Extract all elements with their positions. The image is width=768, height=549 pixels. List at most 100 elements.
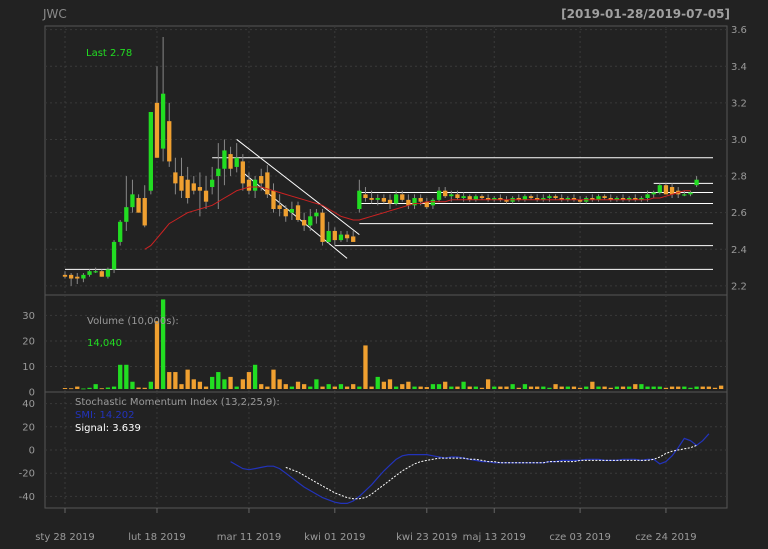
volume-bar: [68, 388, 74, 390]
volume-bar: [136, 387, 141, 389]
candle-body: [430, 199, 436, 206]
symbol-title: JWC: [42, 7, 67, 21]
volume-bar: [682, 386, 687, 389]
volume-bar: [424, 387, 429, 389]
candle-body: [443, 190, 448, 197]
volume-bar: [455, 386, 460, 389]
last-price-label: Last 2.78: [86, 48, 132, 59]
volume-bar: [436, 384, 442, 389]
candle-body: [259, 176, 264, 184]
volume-bar: [387, 379, 393, 389]
volume-bar: [608, 387, 613, 389]
volume-bar: [118, 364, 123, 389]
volume-bar: [191, 379, 196, 389]
volume-bar: [700, 386, 705, 389]
volume-bar: [443, 381, 448, 389]
volume-bar: [485, 379, 491, 389]
volume-bar: [197, 381, 203, 389]
volume-bar: [565, 386, 570, 389]
volume-bar: [676, 386, 681, 389]
volume-bar: [326, 384, 331, 389]
candle-body: [669, 187, 675, 195]
candle-body: [381, 198, 387, 202]
volume-bar: [295, 381, 301, 389]
volume-bar: [75, 386, 80, 389]
candle-body: [332, 230, 337, 241]
x-tick-label: cze 24 2019: [635, 532, 696, 543]
smi-tick-label: 20: [22, 422, 35, 433]
candle-body: [351, 236, 356, 242]
candle-body: [179, 176, 184, 191]
candle-body: [68, 274, 74, 279]
volume-bar: [81, 388, 86, 390]
volume-bar: [467, 386, 472, 389]
volume-bar: [688, 387, 693, 389]
volume-bar: [375, 376, 380, 389]
volume-bar: [271, 369, 276, 389]
price-tick-label: 3.0: [731, 135, 747, 146]
candle-body: [645, 194, 650, 199]
volume-bar: [111, 386, 117, 389]
candle-body: [160, 93, 166, 149]
candle-body: [62, 274, 68, 277]
price-tick-label: 3.6: [731, 25, 747, 36]
candle-body: [271, 190, 276, 209]
volume-bar: [203, 386, 209, 389]
volume-bar: [571, 386, 577, 389]
candle-body: [387, 199, 393, 204]
volume-bar: [602, 386, 607, 389]
volume-bar: [510, 384, 515, 389]
volume-bar: [62, 388, 68, 389]
volume-bar: [473, 386, 478, 389]
volume-bar: [167, 372, 172, 389]
candle-body: [682, 194, 687, 196]
volume-bar: [381, 381, 387, 389]
candle-body: [363, 194, 368, 199]
volume-bar: [559, 386, 564, 389]
volume-bar: [130, 381, 135, 389]
price-tick-label: 2.4: [731, 245, 747, 256]
volume-bar: [528, 386, 534, 389]
signal-value-label: Signal: 3.639: [75, 423, 141, 434]
x-tick-label: mar 11 2019: [217, 532, 282, 543]
candle-body: [203, 190, 209, 202]
candle-body: [295, 205, 301, 220]
candle-body: [473, 196, 478, 200]
candle-body: [246, 179, 252, 191]
candle-body: [479, 196, 485, 199]
candle-body: [308, 216, 313, 226]
smi-tick-label: -40: [19, 492, 35, 503]
volume-title: Volume (10,000s):: [87, 316, 179, 327]
candle-body: [173, 172, 178, 184]
candle-body: [547, 196, 552, 199]
candle-body: [344, 234, 350, 239]
price-tick-label: 2.2: [731, 281, 747, 292]
price-tick-label: 2.8: [731, 172, 747, 183]
volume-bar: [406, 381, 411, 389]
smi-title: Stochastic Momentum Index (13,2,25,9):: [75, 397, 280, 408]
volume-bar: [234, 386, 239, 389]
volume-tick-label: 10: [22, 362, 35, 373]
volume-bar: [430, 384, 436, 389]
volume-bar: [535, 386, 540, 389]
candle-body: [277, 205, 282, 209]
candle-body: [105, 269, 111, 277]
x-tick-label: sty 28 2019: [35, 532, 95, 543]
candle-body: [522, 196, 528, 200]
volume-bar: [614, 386, 620, 389]
candle-body: [602, 196, 607, 199]
candle-body: [185, 179, 190, 199]
candle-body: [651, 192, 656, 195]
volume-bar: [657, 386, 662, 389]
candle-body: [467, 196, 472, 200]
volume-bar: [712, 387, 718, 389]
volume-bar: [357, 386, 362, 389]
volume-bar: [222, 379, 227, 389]
volume-bar: [302, 384, 307, 389]
candle-body: [528, 196, 534, 199]
candle-body: [111, 241, 117, 270]
candle-body: [130, 194, 135, 208]
volume-bar: [522, 384, 528, 389]
candle-body: [118, 221, 123, 242]
volume-bar: [314, 379, 319, 389]
